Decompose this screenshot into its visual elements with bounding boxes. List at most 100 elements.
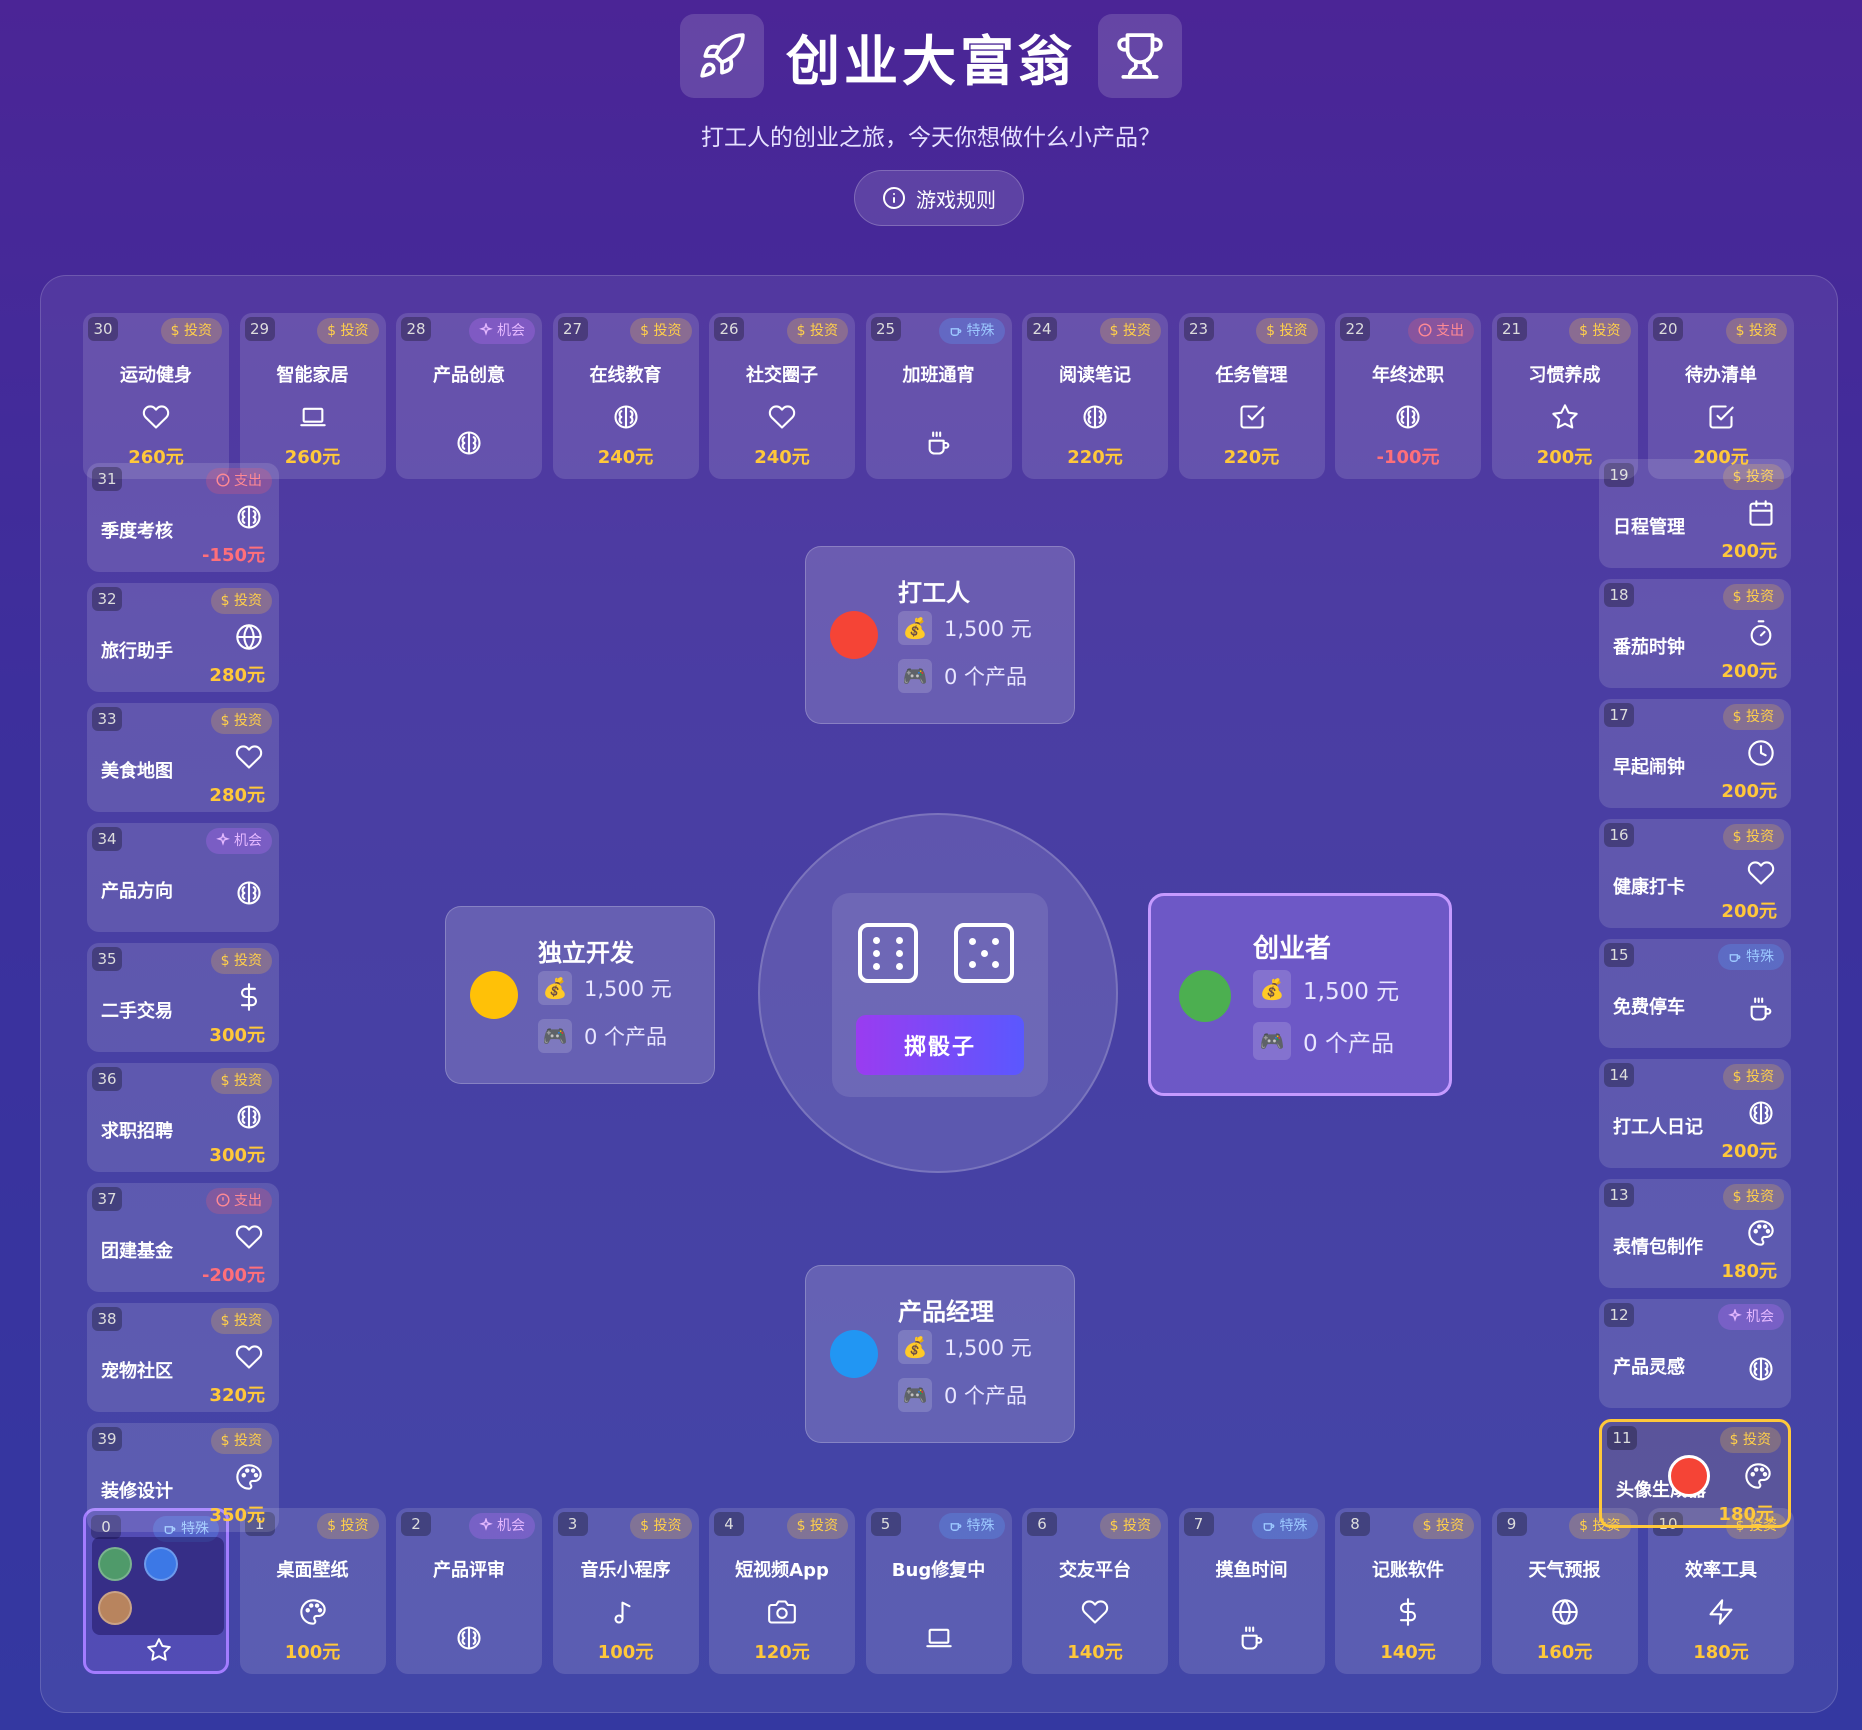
tile-name: 音乐小程序: [580, 1560, 671, 1581]
tile-index: 13: [1604, 1183, 1634, 1207]
palette-icon: [235, 1463, 263, 1491]
tile-13[interactable]: 13 $ 投资 表情包制作 180元: [1599, 1179, 1791, 1288]
tile-badge-label: $ 投资: [220, 953, 262, 969]
money-bag-icon: 💰: [1253, 970, 1291, 1008]
laptop-icon: [866, 1624, 1012, 1652]
tile-39[interactable]: 39 $ 投资 装修设计 350元: [87, 1423, 279, 1532]
tile-33[interactable]: 33 $ 投资 美食地图 280元: [87, 703, 279, 812]
tile-name: 季度考核: [101, 521, 173, 542]
tile-name: 效率工具: [1685, 1560, 1757, 1581]
tile-36[interactable]: 36 $ 投资 求职招聘 300元: [87, 1063, 279, 1172]
tile-15[interactable]: 15 特殊 免费停车: [1599, 939, 1791, 1048]
tile-1[interactable]: 1 $ 投资 桌面壁纸 100元: [239, 1508, 386, 1674]
tile-35[interactable]: 35 $ 投资 二手交易 300元: [87, 943, 279, 1052]
tile-badge-invest: $ 投资: [317, 1513, 379, 1539]
clock-icon: [1747, 739, 1775, 767]
tile-24[interactable]: 24 $ 投资 阅读笔记 220元: [1022, 313, 1168, 479]
tile-badge-label: $ 投资: [1579, 323, 1621, 339]
tile-badge-label: $ 投资: [170, 323, 212, 339]
tile-name: 社交圈子: [746, 365, 818, 386]
tile-name: 健康打卡: [1613, 877, 1685, 898]
tile-badge-invest: $ 投资: [1099, 1513, 1161, 1539]
tile-price: 200元: [1721, 1141, 1777, 1162]
tile-badge-invest: $ 投资: [210, 1428, 272, 1454]
rules-button[interactable]: 游戏规则: [854, 170, 1024, 226]
tile-badge-label: $ 投资: [1732, 589, 1774, 605]
tile-32[interactable]: 32 $ 投资 旅行助手 280元: [87, 583, 279, 692]
brain-icon: [396, 1624, 542, 1652]
tile-10[interactable]: 10 $ 投资 效率工具 180元: [1648, 1508, 1794, 1674]
tile-23[interactable]: 23 $ 投资 任务管理 220元: [1178, 313, 1325, 479]
tile-name: 团建基金: [101, 1241, 173, 1262]
player-card-dagongren: 打工人 💰 1,500 元 🎮 0 个产品: [805, 546, 1075, 724]
subtitle: 打工人的创业之旅，今天你想做什么小产品？: [701, 125, 1161, 151]
tile-29[interactable]: 29 $ 投资 智能家居 260元: [239, 313, 386, 479]
tile-badge-label: $ 投资: [1732, 1069, 1774, 1085]
die-pip: [991, 960, 999, 968]
tile-badge-label: $ 投资: [640, 323, 682, 339]
tile-14[interactable]: 14 $ 投资 打工人日记 200元: [1599, 1059, 1791, 1168]
tile-index: 14: [1604, 1063, 1634, 1087]
tile-38[interactable]: 38 $ 投资 宠物社区 320元: [87, 1303, 279, 1412]
tile-25[interactable]: 25 特殊 加班通宵: [865, 313, 1012, 479]
player-token-green: [1179, 970, 1231, 1022]
die-pip: [873, 962, 881, 970]
tile-index: 15: [1604, 943, 1634, 967]
tile-name: 交友平台: [1059, 1560, 1131, 1581]
tile-badge-expense: 支出: [1408, 318, 1474, 344]
tile-28[interactable]: 28 机会 产品创意: [396, 313, 542, 479]
coffee-icon: [1179, 1624, 1325, 1652]
tile-17[interactable]: 17 $ 投资 早起闹钟 200元: [1599, 699, 1791, 808]
gamepad-icon: 🎮: [1253, 1022, 1291, 1060]
tile-8[interactable]: 8 $ 投资 记账软件 140元: [1335, 1508, 1481, 1674]
start-tile[interactable]: 0 特殊: [83, 1508, 229, 1674]
tile-18[interactable]: 18 $ 投资 番茄时钟 200元: [1599, 579, 1791, 688]
tile-22[interactable]: 22 支出 年终述职 -100元: [1335, 313, 1481, 479]
tile-2[interactable]: 2 机会 产品评审: [396, 1508, 542, 1674]
tile-7[interactable]: 7 特殊 摸鱼时间: [1178, 1508, 1325, 1674]
tile-30[interactable]: 30 $ 投资 运动健身 260元: [83, 313, 229, 479]
palette-icon: [1747, 1219, 1775, 1247]
tile-6[interactable]: 6 $ 投资 交友平台 140元: [1022, 1508, 1168, 1674]
tile-31[interactable]: 31 支出 季度考核 -150元: [87, 463, 279, 572]
tile-37[interactable]: 37 支出 团建基金 -200元: [87, 1183, 279, 1292]
die-pip: [895, 962, 903, 970]
opportunity-badge-icon: [479, 1515, 493, 1541]
globe-icon: [235, 623, 263, 651]
tile-16[interactable]: 16 $ 投资 健康打卡 200元: [1599, 819, 1791, 928]
tile-27[interactable]: 27 $ 投资 在线教育 240元: [552, 313, 699, 479]
tile-badge-invest: $ 投资: [1099, 318, 1161, 344]
tile-34[interactable]: 34 机会 产品方向: [87, 823, 279, 932]
player-money: 1,500 元: [944, 1336, 1032, 1360]
tile-price: -100元: [1376, 447, 1440, 468]
tile-index: 20: [1653, 317, 1683, 341]
tile-index: 26: [714, 317, 744, 341]
start-player-token: [98, 1591, 132, 1625]
tile-badge-opportunity: 机会: [469, 318, 535, 344]
tile-20[interactable]: 20 $ 投资 待办清单 200元: [1648, 313, 1794, 479]
tile-badge-special: 特殊: [1718, 944, 1784, 970]
tile-5[interactable]: 5 特殊 Bug修复中: [865, 1508, 1012, 1674]
tile-12[interactable]: 12 机会 产品灵感: [1599, 1299, 1791, 1408]
tile-index: 34: [92, 827, 122, 851]
tile-26[interactable]: 26 $ 投资 社交圈子 240元: [709, 313, 855, 479]
tile-index: 36: [92, 1067, 122, 1091]
tile-name: 美食地图: [101, 761, 173, 782]
roll-dice-button[interactable]: 掷骰子: [856, 1015, 1024, 1075]
tile-4[interactable]: 4 $ 投资 短视频App 120元: [709, 1508, 855, 1674]
die-pip: [873, 936, 881, 944]
tile-9[interactable]: 9 $ 投资 天气预报 160元: [1491, 1508, 1638, 1674]
tile-price: 200元: [1721, 541, 1777, 562]
opportunity-badge-icon: [216, 830, 230, 856]
tile-3[interactable]: 3 $ 投资 音乐小程序 100元: [552, 1508, 699, 1674]
die-pip: [895, 949, 903, 957]
tile-21[interactable]: 21 $ 投资 习惯养成 200元: [1491, 313, 1638, 479]
tile-price: 200元: [1721, 661, 1777, 682]
tile-name: 表情包制作: [1613, 1237, 1703, 1258]
tile-name: 习惯养成: [1528, 365, 1601, 386]
star-icon: [146, 1637, 172, 1663]
player-products-row: 🎮 0 个产品: [898, 1378, 1027, 1412]
tile-index: 27: [557, 317, 588, 341]
tile-badge-label: $ 投资: [220, 1433, 262, 1449]
opportunity-badge-icon: [479, 320, 493, 346]
